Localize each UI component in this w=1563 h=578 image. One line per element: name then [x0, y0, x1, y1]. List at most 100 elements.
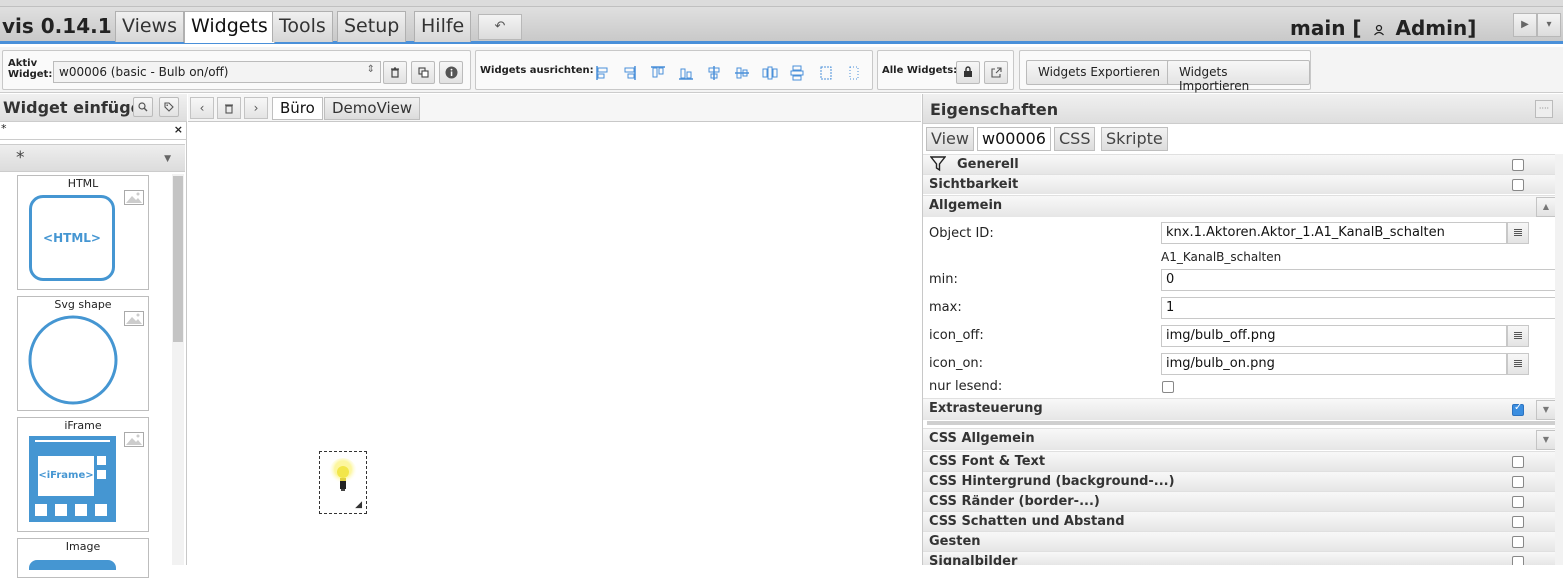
distribute-horizontal-icon[interactable]	[762, 65, 778, 81]
clear-filter-icon[interactable]: ×	[174, 123, 183, 136]
group-generell-checkbox[interactable]	[1512, 159, 1524, 171]
widget-card-html[interactable]: HTML <HTML>	[17, 175, 149, 290]
widget-card-svg-shape[interactable]: Svg shape	[17, 296, 149, 411]
group-extrasteuerung-checkbox[interactable]	[1512, 402, 1524, 416]
group-label: CSS Ränder (border-...)	[929, 494, 1100, 509]
widget-palette-title: Widget einfügen	[3, 98, 153, 117]
undo-button[interactable]: ↶	[478, 14, 522, 40]
expand-down-icon[interactable]: ▼	[1536, 430, 1556, 450]
group-label: Generell	[957, 157, 1019, 172]
chevron-right-icon: ›	[253, 101, 259, 115]
align-bottom-icon[interactable]	[678, 65, 694, 81]
prev-view-button[interactable]: ‹	[190, 97, 214, 119]
same-height-icon[interactable]	[846, 65, 862, 81]
copy-widget-button[interactable]	[411, 61, 435, 84]
active-widget-select[interactable]: w00006 (basic - Bulb on/off) ⇕	[53, 61, 381, 83]
align-center-vertical-icon[interactable]	[734, 65, 750, 81]
group-css-font-text[interactable]: CSS Font & Text	[923, 451, 1563, 471]
group-signalbilder[interactable]: Signalbilder	[923, 551, 1563, 565]
group-css-allgemein[interactable]: CSS Allgemein ▼	[923, 428, 1563, 450]
align-right-icon[interactable]	[621, 65, 637, 81]
group-extrasteuerung[interactable]: Extrasteuerung ▼	[923, 398, 1563, 420]
group-css-raender[interactable]: CSS Ränder (border-...)	[923, 491, 1563, 511]
same-width-icon[interactable]	[818, 65, 834, 81]
menu-tab-setup[interactable]: Setup	[337, 11, 407, 42]
select-icon-off-button[interactable]	[1507, 325, 1529, 347]
widget-palette-scrollbar[interactable]	[172, 174, 184, 565]
min-label: min:	[929, 272, 958, 287]
widget-card-image[interactable]: Image	[17, 538, 149, 578]
view-tab-buero[interactable]: Büro	[272, 97, 323, 120]
delete-view-button[interactable]	[217, 97, 241, 119]
nur-lesend-checkbox[interactable]	[1162, 381, 1174, 393]
widget-toolbar: Aktiv Widget: w00006 (basic - Bulb on/of…	[0, 47, 1563, 93]
group-css-raender-checkbox[interactable]	[1512, 496, 1524, 508]
tag-filter-button[interactable]	[159, 97, 179, 117]
icon-on-input[interactable]: img/bulb_on.png	[1161, 353, 1507, 375]
widget-set-value: *	[16, 148, 25, 168]
prop-tab-view[interactable]: View	[926, 127, 974, 151]
group-css-hintergrund[interactable]: CSS Hintergrund (background-...)	[923, 471, 1563, 491]
delete-widget-button[interactable]	[383, 61, 407, 84]
menu-tab-tools[interactable]: Tools	[272, 11, 333, 42]
select-object-id-button[interactable]	[1507, 222, 1529, 244]
widget-set-select[interactable]: * ▼	[0, 144, 185, 172]
popout-button[interactable]	[984, 61, 1008, 84]
align-top-icon[interactable]	[650, 65, 666, 81]
group-gesten[interactable]: Gesten	[923, 531, 1563, 551]
collapse-up-icon[interactable]: ▲	[1536, 197, 1556, 217]
object-id-input[interactable]: knx.1.Aktoren.Aktor_1.A1_KanalB_schalten	[1161, 222, 1507, 244]
view-tab-demoview[interactable]: DemoView	[324, 97, 421, 120]
import-widgets-button[interactable]: Widgets Importieren	[1167, 60, 1310, 93]
group-css-hintergrund-checkbox[interactable]	[1512, 476, 1524, 488]
prop-tab-widget[interactable]: w00006	[977, 127, 1051, 151]
group-generell[interactable]: Generell	[923, 154, 1563, 174]
properties-scrollbar[interactable]	[1555, 154, 1563, 565]
group-sichtbarkeit-checkbox[interactable]	[1512, 179, 1524, 191]
lock-widgets-button[interactable]	[956, 61, 980, 84]
menu-tab-hilfe[interactable]: Hilfe	[414, 11, 472, 42]
menu-tab-views[interactable]: Views	[115, 11, 184, 42]
max-label: max:	[929, 300, 962, 315]
widget-filter-input[interactable]: * ×	[0, 122, 187, 140]
dots-icon: ····	[1538, 104, 1550, 113]
menu-tab-widgets[interactable]: Widgets	[184, 11, 275, 43]
distribute-vertical-icon[interactable]	[789, 65, 805, 81]
view-canvas[interactable]: ◢	[188, 123, 921, 565]
play-button[interactable]: ▶	[1513, 13, 1537, 37]
panel-menu-button[interactable]: ····	[1535, 100, 1553, 118]
next-view-button[interactable]: ›	[244, 97, 268, 119]
prop-tab-skripte[interactable]: Skripte	[1101, 127, 1168, 151]
align-center-horizontal-icon[interactable]	[706, 65, 722, 81]
group-label: Gesten	[929, 534, 981, 549]
resize-handle-icon[interactable]: ◢	[355, 500, 362, 510]
group-label: Signalbilder	[929, 554, 1018, 565]
export-widgets-button[interactable]: Widgets Exportieren	[1026, 60, 1172, 85]
group-signalbilder-checkbox[interactable]	[1512, 556, 1524, 565]
search-widgets-button[interactable]	[133, 97, 153, 117]
min-input[interactable]: 0	[1161, 269, 1561, 291]
group-css-font-checkbox[interactable]	[1512, 456, 1524, 468]
align-left-icon[interactable]	[595, 65, 611, 81]
icon-off-label: icon_off:	[929, 328, 984, 343]
icon-on-label: icon_on:	[929, 356, 984, 371]
max-input[interactable]: 1	[1161, 297, 1561, 319]
group-sichtbarkeit[interactable]: Sichtbarkeit	[923, 174, 1563, 194]
group-label: Allgemein	[929, 198, 1003, 213]
group-gesten-checkbox[interactable]	[1512, 536, 1524, 548]
info-button[interactable]	[439, 61, 463, 84]
prop-tab-css[interactable]: CSS	[1054, 127, 1096, 151]
image-placeholder-icon	[124, 311, 144, 326]
dropdown-button[interactable]: ▾	[1537, 13, 1561, 37]
group-css-schatten[interactable]: CSS Schatten und Abstand	[923, 511, 1563, 531]
group-css-schatten-checkbox[interactable]	[1512, 516, 1524, 528]
group-allgemein[interactable]: Allgemein ▲	[923, 195, 1563, 217]
select-icon-on-button[interactable]	[1507, 353, 1529, 375]
bulb-widget-w00006[interactable]: ◢	[319, 451, 367, 514]
icon-off-input[interactable]: img/bulb_off.png	[1161, 325, 1507, 347]
iframe-widget-preview: <iFrame>	[29, 436, 116, 522]
user-name: Admin]	[1395, 16, 1477, 40]
expand-down-icon[interactable]: ▼	[1536, 400, 1556, 420]
widget-card-iframe[interactable]: iFrame <iFrame>	[17, 417, 149, 532]
all-widgets-label: Alle Widgets:	[882, 65, 958, 76]
